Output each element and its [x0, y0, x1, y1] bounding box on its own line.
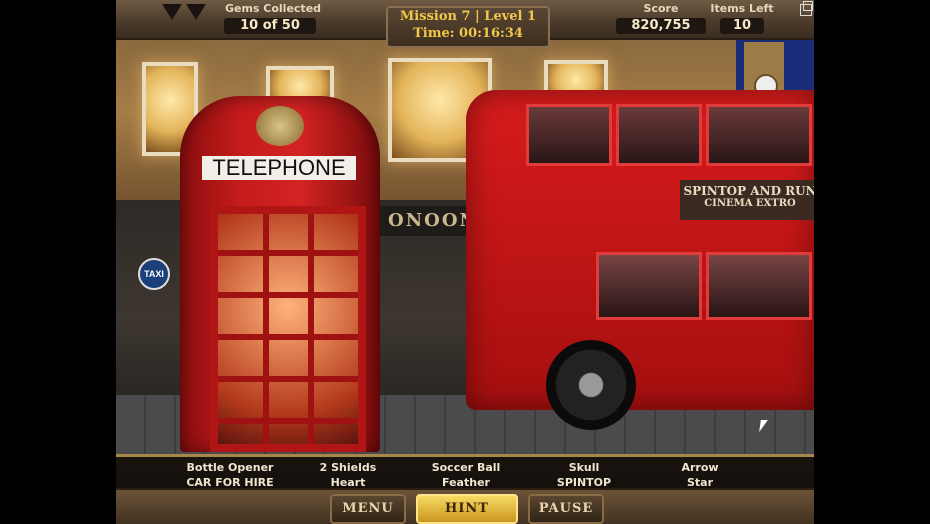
gems-label: Gems Collected	[224, 2, 322, 15]
bus-upper-window	[526, 104, 612, 166]
items-left-value: 10	[720, 18, 764, 34]
items-left-label: Items Left	[710, 2, 774, 15]
bus-upper-window	[616, 104, 702, 166]
hidden-object-scene[interactable]: ONOON TAXI TELEPHONE SPINTOP AND RUN CIN…	[116, 0, 814, 524]
time-text: Time: 00:16:34	[413, 26, 523, 41]
score-value: 820,755	[616, 18, 706, 34]
menu-button[interactable]: MENU	[330, 494, 406, 524]
hint-button[interactable]: HINT	[416, 494, 518, 524]
gem-icon	[186, 4, 206, 20]
score-label: Score	[643, 2, 679, 15]
item-arrow: Arrow	[681, 461, 719, 474]
bus-wheel	[546, 340, 636, 430]
telephone-box[interactable]: TELEPHONE	[180, 96, 380, 452]
bus-advert-line2: CINEMA EXTRO	[704, 198, 796, 209]
item-soccer-ball: Soccer Ball	[431, 461, 501, 474]
bus-advert: SPINTOP AND RUN CINEMA EXTRO	[680, 180, 814, 220]
double-decker-bus[interactable]: SPINTOP AND RUN CINEMA EXTRO	[466, 90, 814, 410]
bus-advert-line1: SPINTOP AND RUN	[683, 184, 814, 198]
item-2-shields: 2 Shields	[319, 461, 377, 474]
mission-panel: Mission 7 | Level 1 Time: 00:16:34	[386, 6, 550, 48]
telephone-box-door[interactable]	[210, 206, 366, 452]
top-hud: Gems Collected 10 of 50 Mission 7 | Leve…	[116, 0, 814, 48]
pause-button[interactable]: PAUSE	[528, 494, 604, 524]
taxi-sign: TAXI	[138, 258, 170, 290]
gem-icon	[162, 4, 182, 20]
game-frame: ONOON TAXI TELEPHONE SPINTOP AND RUN CIN…	[116, 0, 814, 524]
item-skull: Skull	[568, 461, 600, 474]
telephone-sign: TELEPHONE	[202, 156, 356, 180]
bottom-button-bar: MENU HINT PAUSE	[116, 488, 814, 524]
crown-icon	[256, 106, 304, 146]
bus-lower-window	[706, 252, 812, 320]
bus-upper-window	[706, 104, 812, 166]
gem-icons	[162, 4, 222, 26]
mission-title: Mission 7 | Level 1	[399, 9, 537, 24]
item-bottle-opener: Bottle Opener	[186, 461, 274, 474]
gems-value: 10 of 50	[224, 18, 316, 34]
bus-lower-window	[596, 252, 702, 320]
window-restore-icon[interactable]	[800, 1, 813, 16]
